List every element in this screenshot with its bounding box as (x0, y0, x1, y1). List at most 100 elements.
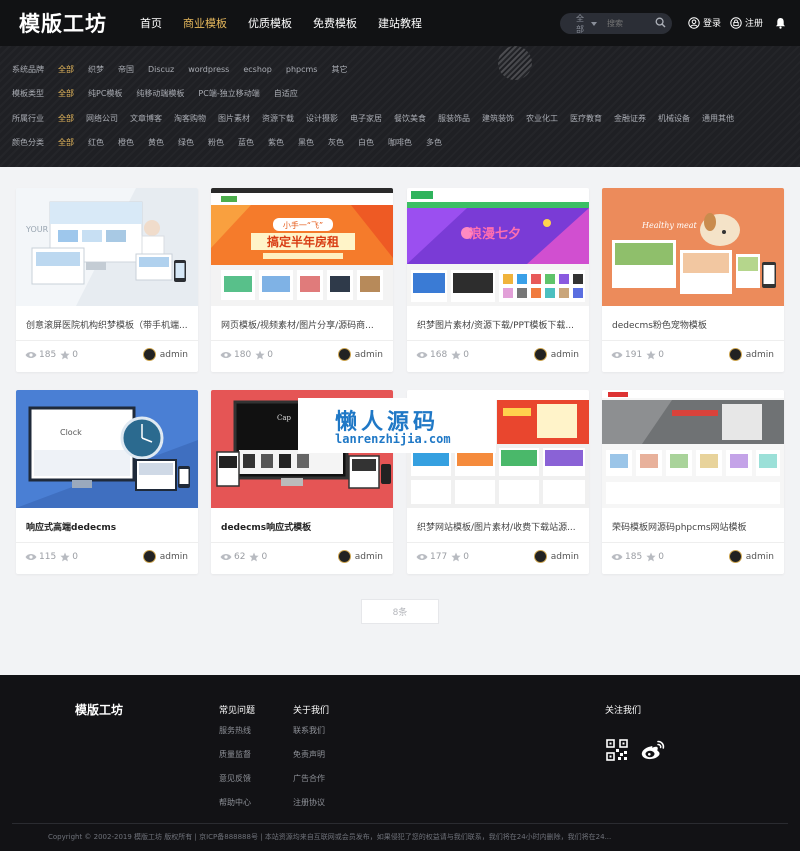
filter-option[interactable]: 帝国 (118, 64, 134, 75)
filter-option[interactable]: 紫色 (268, 137, 284, 148)
footer-link[interactable]: 联系我们 (293, 725, 329, 736)
footer-col-title: 关于我们 (293, 706, 330, 716)
card-author[interactable]: admin (142, 550, 188, 563)
filter-option[interactable]: 粉色 (208, 137, 224, 148)
filter-option[interactable]: 全部 (58, 64, 74, 75)
filter-option[interactable]: 白色 (358, 137, 374, 148)
footer-col-title: 常见问题 (219, 706, 256, 716)
template-thumbnail[interactable]: YOUR (16, 188, 198, 306)
search-scope-select[interactable]: 全部 (576, 13, 597, 35)
nav-home[interactable]: 首页 (140, 15, 162, 31)
nav-tutorials[interactable]: 建站教程 (378, 15, 422, 31)
nav-commercial-templates[interactable]: 商业模板 (183, 15, 227, 31)
filter-option[interactable]: 自适应 (274, 88, 298, 99)
filter-option[interactable]: 资源下载 (262, 113, 294, 124)
filter-option[interactable]: 全部 (58, 88, 74, 99)
filter-option[interactable]: 全部 (58, 113, 74, 124)
card-divider (211, 340, 393, 341)
footer-link[interactable]: 注册协议 (293, 797, 329, 808)
template-title[interactable]: 织梦网站模板/图片素材/收费下载站源... (417, 520, 581, 533)
filter-option[interactable]: 图片素材 (218, 113, 250, 124)
template-title[interactable]: 荣码模板网源码phpcms网站模板 (612, 520, 776, 533)
filter-option[interactable]: 橙色 (118, 137, 134, 148)
footer-link[interactable]: 广告合作 (293, 773, 329, 784)
template-title[interactable]: 织梦图片素材/资源下载/PPT模板下载... (417, 318, 581, 331)
filter-option[interactable]: 文章博客 (130, 113, 162, 124)
register-link[interactable]: 注册 (730, 16, 763, 29)
card-author[interactable]: admin (728, 348, 774, 361)
filter-option[interactable]: ecshop (243, 65, 272, 74)
filter-option[interactable]: 咖啡色 (388, 137, 412, 148)
template-card[interactable]: Clock 响应式高端dedecms 115 0 admin (16, 390, 198, 574)
template-thumbnail[interactable] (602, 390, 784, 508)
filter-option[interactable]: PC端-独立移动端 (198, 88, 259, 99)
filter-option[interactable]: 多色 (426, 137, 442, 148)
filter-option[interactable]: 黄色 (148, 137, 164, 148)
card-author[interactable]: admin (533, 348, 579, 361)
load-more-button[interactable]: 8条 (361, 599, 439, 624)
template-thumbnail[interactable]: 小手一“飞” 搞定半年房租 (211, 188, 393, 306)
template-card[interactable]: YOUR 创意滚屏医院机构织梦模板（带手机端... 185 0 admin (16, 188, 198, 372)
login-link[interactable]: 登录 (688, 16, 721, 29)
filter-option[interactable]: 医疗教育 (570, 113, 602, 124)
weibo-icon[interactable] (640, 739, 666, 761)
filter-option[interactable]: 电子家居 (350, 113, 382, 124)
search-input[interactable] (607, 19, 651, 28)
qrcode-icon[interactable] (606, 739, 628, 761)
filter-option[interactable]: wordpress (188, 65, 229, 74)
filter-option[interactable]: 蓝色 (238, 137, 254, 148)
template-title[interactable]: 响应式高端dedecms (26, 520, 190, 533)
view-count: 168 (430, 350, 448, 360)
filter-option[interactable]: Discuz (148, 65, 174, 74)
filter-option[interactable]: 黑色 (298, 137, 314, 148)
footer-link[interactable]: 意见反馈 (219, 773, 255, 784)
nav-premium-templates[interactable]: 优质模板 (248, 15, 292, 31)
card-author[interactable]: admin (142, 348, 188, 361)
footer-link[interactable]: 帮助中心 (219, 797, 255, 808)
template-thumbnail[interactable]: Healthy meat (602, 188, 784, 306)
template-card[interactable]: Healthy meat dedecms粉色宠物模板 191 0 admin (602, 188, 784, 372)
filter-option[interactable]: 其它 (331, 64, 347, 75)
filter-row-color: 颜色分类 全部 红色 橙色 黄色 绿色 粉色 蓝色 紫色 黑色 灰色 白色 咖啡… (12, 137, 456, 148)
footer-logo[interactable]: 模版工坊 (75, 701, 123, 718)
filter-option[interactable]: 网络公司 (86, 113, 118, 124)
footer-link[interactable]: 质量监督 (219, 749, 255, 760)
footer-link[interactable]: 免责声明 (293, 749, 329, 760)
template-title[interactable]: dedecms粉色宠物模板 (612, 318, 776, 331)
filter-option[interactable]: phpcms (286, 65, 318, 74)
filter-option[interactable]: 织梦 (88, 64, 104, 75)
filter-option[interactable]: 灰色 (328, 137, 344, 148)
card-author[interactable]: admin (728, 550, 774, 563)
template-card[interactable]: 浪漫七夕 织梦图片素材/资源下载/PPT模板下载... 168 0 admin (407, 188, 589, 372)
filter-option[interactable]: 纯PC模板 (88, 88, 122, 99)
card-author[interactable]: admin (337, 550, 383, 563)
filter-option[interactable]: 红色 (88, 137, 104, 148)
template-thumbnail[interactable]: 浪漫七夕 (407, 188, 589, 306)
filter-option[interactable]: 绿色 (178, 137, 194, 148)
template-card[interactable]: 荣码模板网源码phpcms网站模板 185 0 admin (602, 390, 784, 574)
bell-icon[interactable] (775, 17, 786, 29)
card-author[interactable]: admin (337, 348, 383, 361)
filter-option[interactable]: 淘客购物 (174, 113, 206, 124)
filter-option[interactable]: 设计摄影 (306, 113, 338, 124)
filter-option[interactable]: 农业化工 (526, 113, 558, 124)
filter-option[interactable]: 通用其他 (702, 113, 734, 124)
footer-link[interactable]: 服务热线 (219, 725, 255, 736)
template-title[interactable]: dedecms响应式模板 (221, 520, 385, 533)
filter-option[interactable]: 机械设备 (658, 113, 690, 124)
template-title[interactable]: 创意滚屏医院机构织梦模板（带手机端... (26, 318, 190, 331)
site-logo[interactable]: 模版工坊 (19, 8, 107, 38)
filter-option[interactable]: 纯移动端模板 (136, 88, 184, 99)
filter-option[interactable]: 建筑装饰 (482, 113, 514, 124)
nav-free-templates[interactable]: 免费模板 (313, 15, 357, 31)
template-card[interactable]: 小手一“飞” 搞定半年房租 网页模板/视频素材/图片分享/源码商... 180 … (211, 188, 393, 372)
search-icon[interactable] (655, 17, 666, 31)
filter-option[interactable]: 金融证券 (614, 113, 646, 124)
filter-option[interactable]: 餐饮美食 (394, 113, 426, 124)
template-title[interactable]: 网页模板/视频素材/图片分享/源码商... (221, 318, 385, 331)
card-author[interactable]: admin (533, 550, 579, 563)
template-thumbnail[interactable]: Clock (16, 390, 198, 508)
filter-option[interactable]: 服装饰品 (438, 113, 470, 124)
filter-option[interactable]: 全部 (58, 137, 74, 148)
like-count: 0 (72, 350, 78, 360)
